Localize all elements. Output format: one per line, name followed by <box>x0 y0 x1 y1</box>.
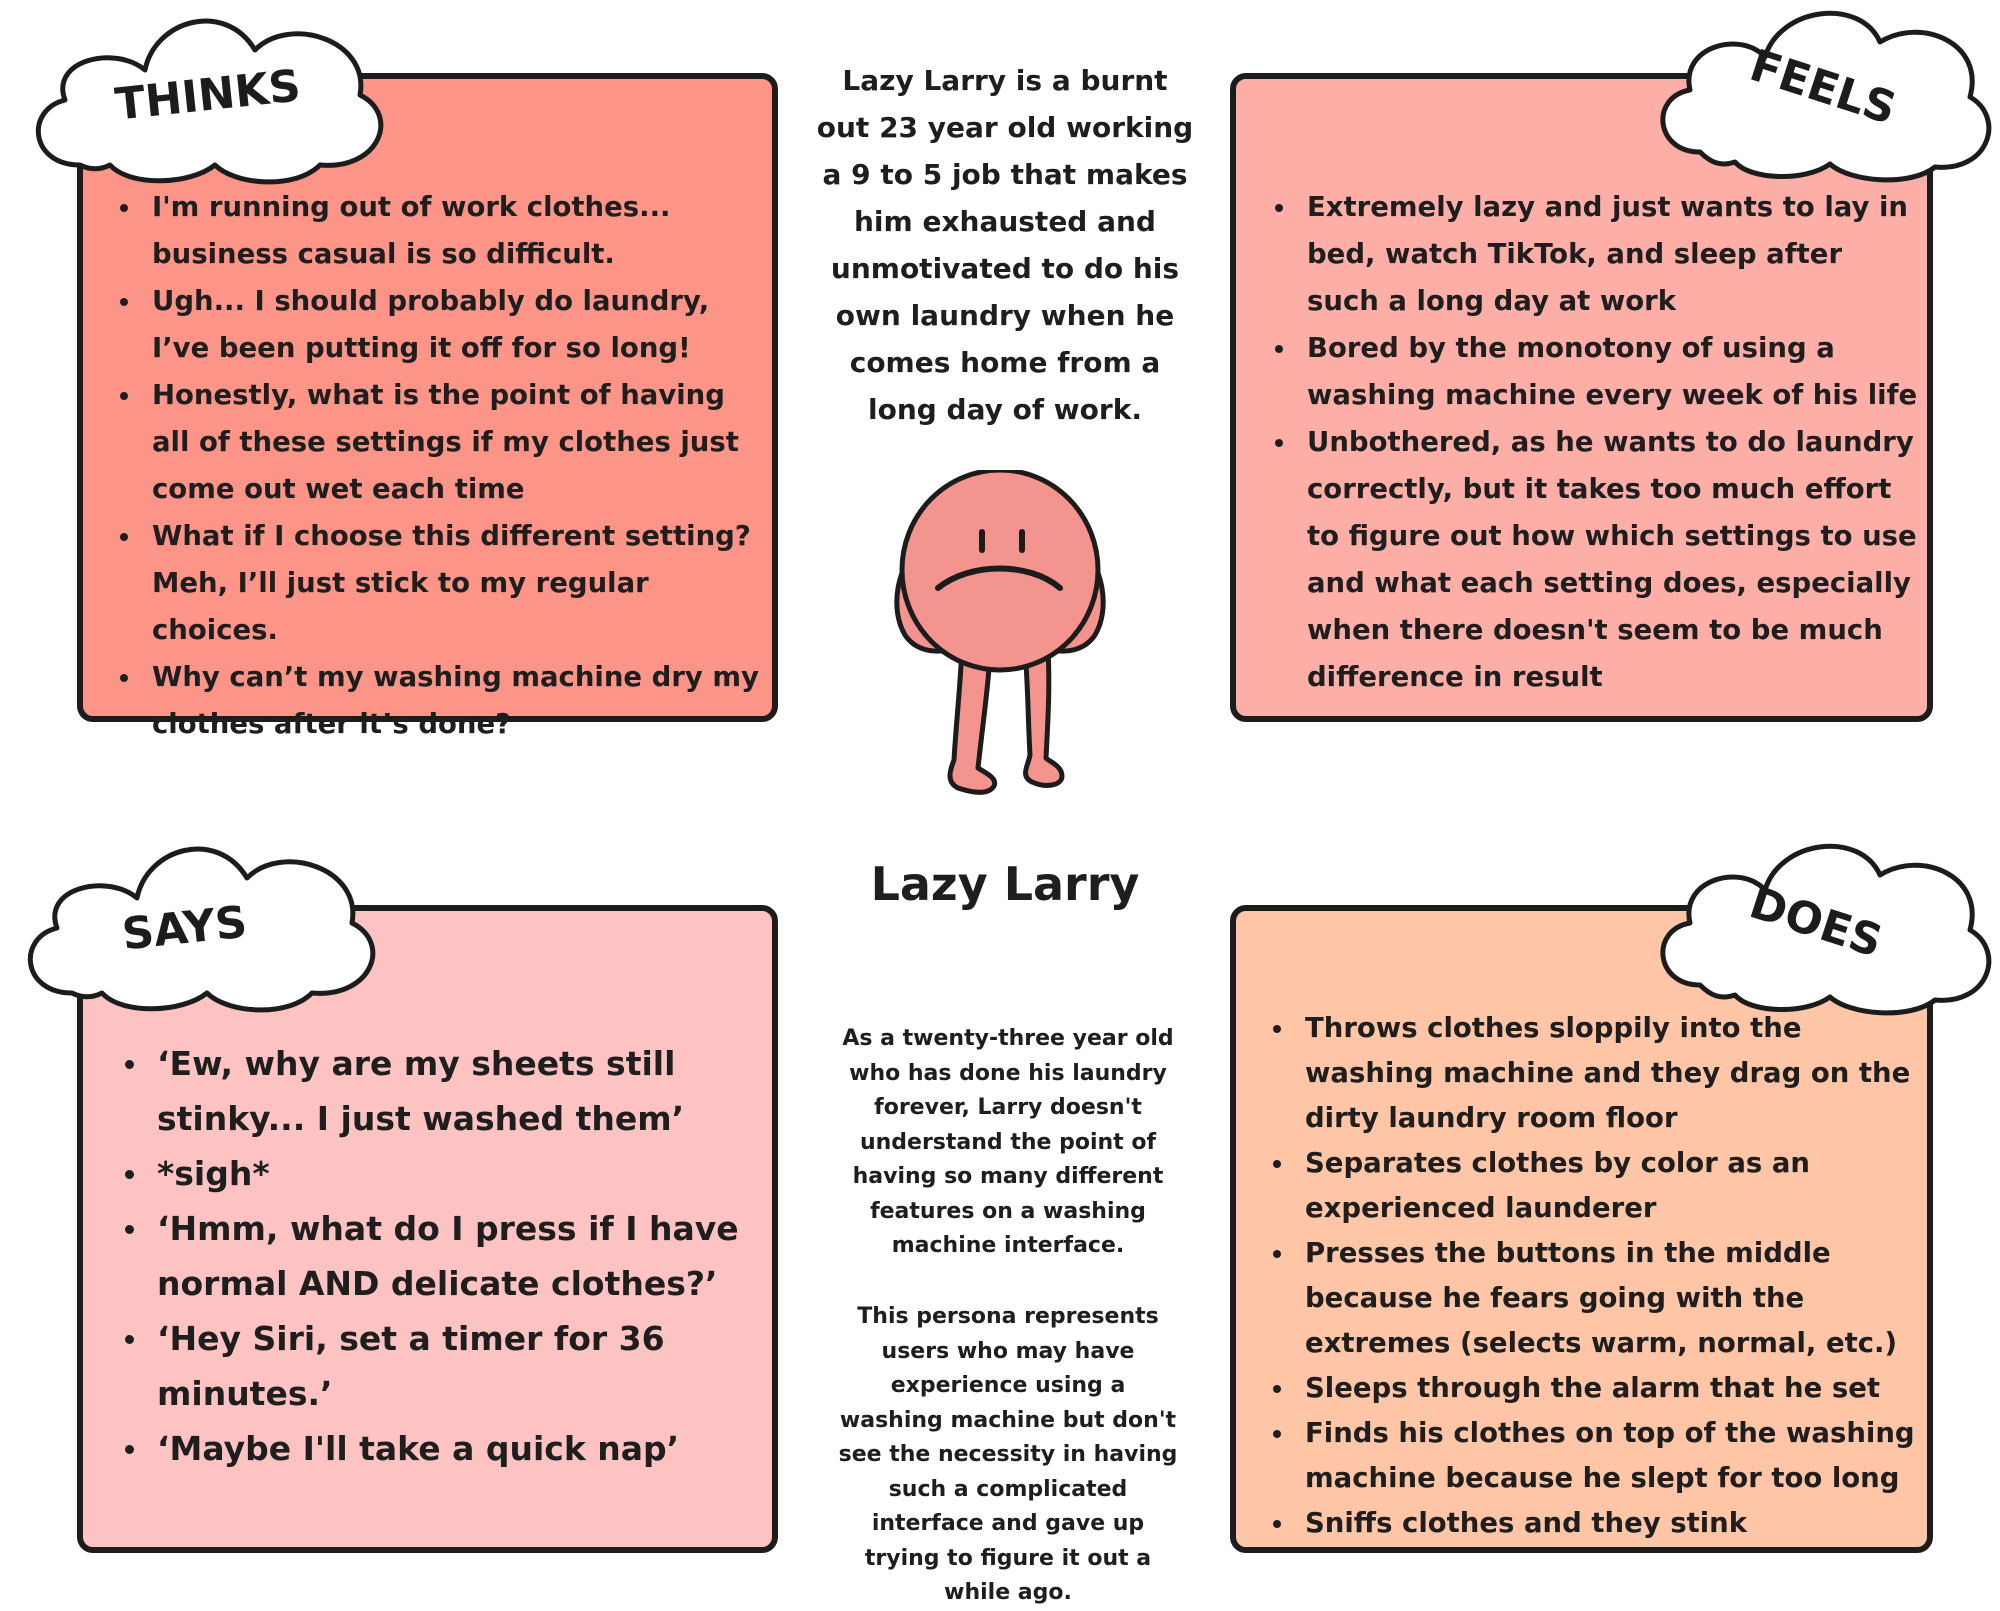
list-item: Why can’t my washing machine dry my clot… <box>116 654 766 748</box>
persona-description: As a twenty-three year old who has done … <box>842 1026 1174 1258</box>
does-cloud: DOES <box>1640 835 1995 1016</box>
feels-cloud: FEELS <box>1640 2 1995 183</box>
list-item: Sniffs clothes and they stink <box>1269 1501 1929 1546</box>
list-item: Bored by the monotony of using a washing… <box>1271 325 1921 419</box>
list-item: *sigh* <box>121 1146 761 1201</box>
list-item: I'm running out of work clothes... busin… <box>116 184 766 278</box>
list-item: Finds his clothes on top of the washing … <box>1269 1411 1929 1501</box>
list-item: ‘Maybe I'll take a quick nap’ <box>121 1421 761 1476</box>
list-item: Sleeps through the alarm that he set <box>1269 1366 1929 1411</box>
list-item: ‘Ew, why are my sheets still stinky... I… <box>121 1036 761 1146</box>
list-item: Throws clothes sloppily into the washing… <box>1269 1006 1929 1141</box>
thinks-list: I'm running out of work clothes... busin… <box>116 184 766 748</box>
does-list: Throws clothes sloppily into the washing… <box>1269 1006 1929 1546</box>
persona-intro: Lazy Larry is a burnt out 23 year old wo… <box>816 64 1194 426</box>
list-item: Separates clothes by color as an experie… <box>1269 1141 1929 1231</box>
character-illustration <box>870 467 1140 810</box>
feels-list: Extremely lazy and just wants to lay in … <box>1271 184 1921 701</box>
list-item: What if I choose this different setting?… <box>116 513 766 654</box>
list-item: Ugh... I should probably do laundry, I’v… <box>116 278 766 372</box>
persona-name: Lazy Larry <box>870 857 1140 911</box>
persona-representation: This persona represents users who may ha… <box>838 1304 1178 1605</box>
list-item: Extremely lazy and just wants to lay in … <box>1271 184 1921 325</box>
says-cloud: SAYS <box>12 833 376 1013</box>
list-item: Unbothered, as he wants to do laundry co… <box>1271 419 1921 701</box>
list-item: ‘Hey Siri, set a timer for 36 minutes.’ <box>121 1311 761 1421</box>
sad-face-character-icon <box>894 467 1106 795</box>
thinks-cloud: THINKS <box>20 5 384 185</box>
says-list: ‘Ew, why are my sheets still stinky... I… <box>121 1036 761 1476</box>
list-item: ‘Hmm, what do I press if I have normal A… <box>121 1201 761 1311</box>
list-item: Honestly, what is the point of having al… <box>116 372 766 513</box>
list-item: Presses the buttons in the middle becaus… <box>1269 1231 1929 1366</box>
